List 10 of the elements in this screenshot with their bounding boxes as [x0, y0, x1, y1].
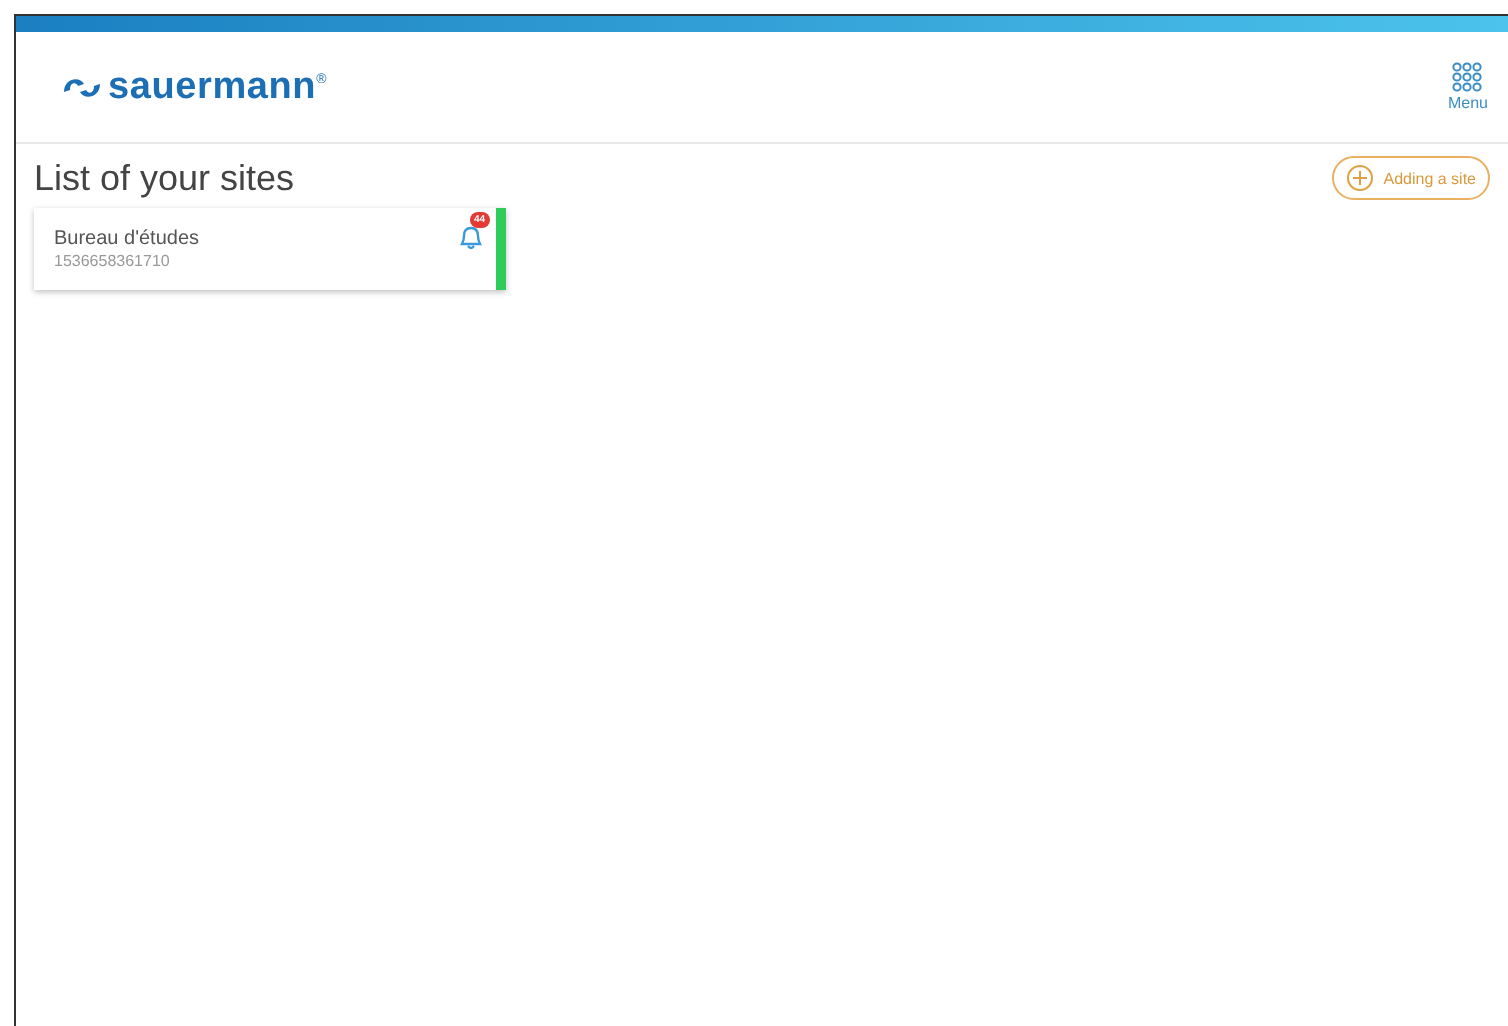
plus-circle-icon	[1345, 164, 1374, 192]
site-serial: 1536658361710	[54, 252, 172, 270]
logo-text: sauermann$^{®}$	[108, 65, 328, 109]
grid-icon	[1452, 62, 1483, 92]
site-name: Bureau d'études	[54, 228, 202, 250]
bell-icon	[458, 224, 484, 250]
menu-button[interactable]: Menu	[1447, 62, 1488, 112]
logo-icon	[60, 73, 104, 101]
page-title: List of your sites	[34, 157, 295, 199]
add-site-button[interactable]: Adding a site	[1331, 156, 1490, 200]
